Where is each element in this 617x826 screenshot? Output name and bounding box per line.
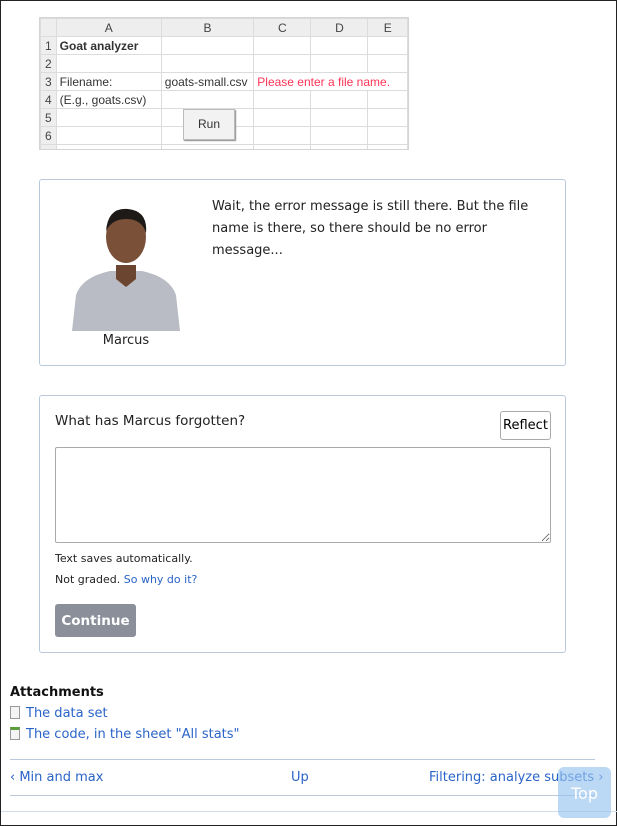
up-link[interactable]: Up [291, 770, 309, 785]
row-number: 2 [40, 54, 57, 73]
back-to-top-button[interactable]: Top [558, 767, 611, 818]
question-prompt: What has Marcus forgotten? [55, 413, 246, 429]
prev-link[interactable]: ‹ Min and max [10, 770, 103, 785]
character-speech: Wait, the error message is still there. … [212, 199, 529, 258]
row-number: 5 [40, 108, 57, 127]
spreadsheet-icon [10, 727, 20, 740]
col-header: E [367, 18, 408, 37]
cell-a1: Goat analyzer [55, 36, 162, 55]
divider [10, 795, 595, 796]
sheet-row: 1 Goat analyzer [40, 36, 408, 55]
document-icon [10, 706, 20, 719]
autosave-note: Text saves automatically. [55, 552, 193, 565]
col-header: B [160, 18, 255, 37]
attachment-label[interactable]: The data set [26, 706, 108, 721]
row-number: 7 [40, 144, 57, 149]
run-button: Run [183, 109, 235, 140]
cell-a3: Filename: [55, 72, 162, 91]
error-message: Please enter a file name. [253, 72, 408, 91]
sheet-row: 4 (E.g., goats.csv) [40, 90, 408, 109]
reflect-button[interactable]: Reflect [500, 411, 551, 440]
reflection-card: What has Marcus forgotten? Reflect Text … [39, 395, 566, 653]
row-number: 4 [40, 90, 57, 109]
corner-cell [40, 18, 57, 37]
graded-text: Not graded. [55, 573, 121, 586]
col-header: D [310, 18, 369, 37]
attachment-label[interactable]: The code, in the sheet "All stats" [26, 727, 240, 742]
col-header: A [55, 18, 162, 37]
marcus-photo [62, 195, 190, 331]
attachment-code[interactable]: The code, in the sheet "All stats" [10, 727, 240, 742]
cell-b3: goats-small.csv [160, 72, 255, 91]
sheet-row: 3 Filename: goats-small.csv Please enter a … [40, 72, 408, 91]
why-link[interactable]: So why do it? [124, 573, 198, 586]
sheet-row: 2 [40, 54, 408, 73]
row-number: 1 [40, 36, 57, 55]
graded-note: Not graded. So why do it? [55, 573, 197, 586]
character-name: Marcus [102, 333, 150, 348]
divider [10, 759, 595, 760]
row-number: 6 [40, 126, 57, 145]
continue-button[interactable]: Continue [55, 604, 136, 637]
cell-a4: (E.g., goats.csv) [55, 90, 162, 109]
spreadsheet-image: A B C D E 1 Goat analyzer 2 3 Filename: goa… [39, 17, 409, 150]
col-header: C [253, 18, 312, 37]
row-number: 3 [40, 72, 57, 91]
character-card: Marcus Wait, the error message is still … [39, 179, 566, 366]
attachments-heading: Attachments [10, 685, 104, 700]
attachment-data-set[interactable]: The data set [10, 706, 108, 721]
answer-textarea[interactable] [55, 447, 551, 543]
sheet-row: 7 [40, 144, 408, 149]
divider [1, 811, 617, 812]
